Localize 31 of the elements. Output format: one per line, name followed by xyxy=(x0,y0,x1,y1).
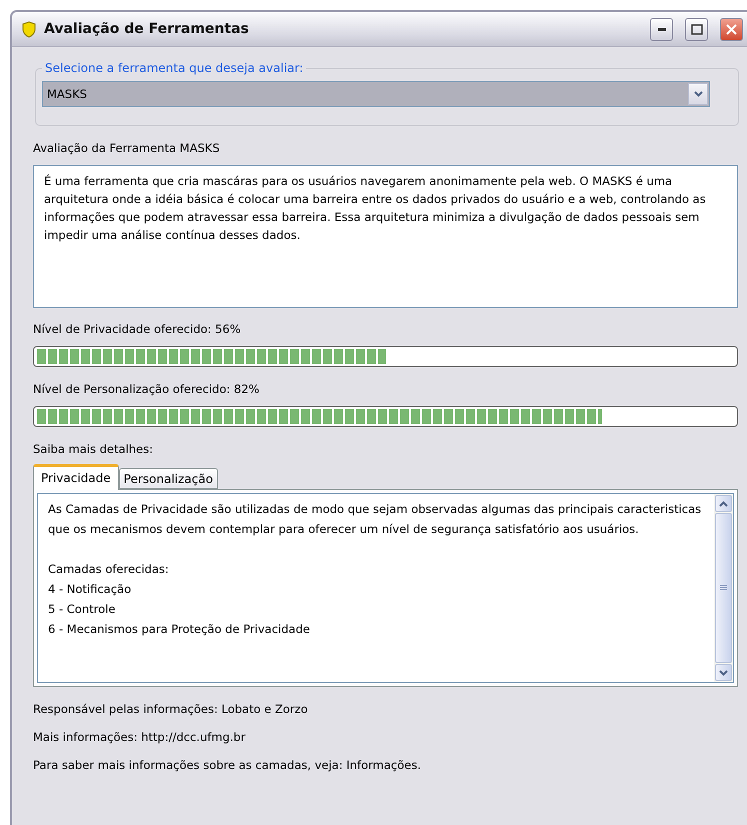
tab[interactable]: Personalização xyxy=(118,468,218,489)
minimize-button[interactable] xyxy=(650,18,673,40)
maximize-icon xyxy=(690,24,702,34)
tab[interactable]: Privacidade xyxy=(33,464,119,490)
scroll-down-button[interactable] xyxy=(715,664,732,681)
scroll-thumb[interactable] xyxy=(715,513,732,663)
info-text: Para saber mais informações sobre as camadas, veja: Informações. xyxy=(33,757,422,773)
evaluation-heading: Avaliação da Ferramenta MASKS xyxy=(33,140,221,156)
details-paragraph: As Camadas de Privacidade são utilizadas de modo que sejam observadas algumas das principais caracteristicas que os mecanismos devem contemplar para oferecer um nível de segurança satisfatório aos usuários. xyxy=(48,501,702,538)
close-icon xyxy=(726,24,737,34)
details-paragraph: Camadas oferecidas: 4 - Notificação 5 - Controle 6 - Mecanismos para Proteção de Privacidade xyxy=(48,561,311,638)
group-legend: Selecione a ferramenta que deseja avaliar: xyxy=(42,61,306,75)
scrollbar[interactable] xyxy=(714,494,733,682)
details-label: Saiba mais detalhes: xyxy=(33,441,154,457)
info-text: Responsável pelas informações: Lobato e Zorzo xyxy=(33,701,309,717)
window-title: Avaliação de Ferramentas xyxy=(44,21,250,37)
description-text[interactable]: É uma ferramenta que cria mascáras para os usuários navegarem anonimamente pela web. O MASKS é uma arquitetura onde a idéia básica é colocar uma barreira entre os dados privados do usuário e a web, controlando as informações que podem atravessar essa barreira. Essa arquitetura minimiza a divulgação de dados pessoais sem impedir uma análise contínua desses dados. xyxy=(33,165,738,308)
chevron-down-icon xyxy=(694,91,702,97)
chevron-down-icon xyxy=(719,670,728,676)
grip-icon xyxy=(720,585,727,591)
maximize-button[interactable] xyxy=(685,18,708,40)
meter-label: Nível de Privacidade oferecido: 56% xyxy=(33,321,242,337)
dropdown-button[interactable] xyxy=(688,83,708,105)
scroll-up-button[interactable] xyxy=(715,495,732,512)
minimize-icon xyxy=(658,28,666,30)
chevron-up-icon xyxy=(719,500,728,506)
shield-icon xyxy=(22,20,36,38)
tool-dropdown[interactable]: MASKS xyxy=(42,81,710,107)
close-button[interactable] xyxy=(720,18,743,40)
meter-label: Nível de Personalização oferecido: 82% xyxy=(33,381,260,397)
info-text: Mais informações: http://dcc.ufmg.br xyxy=(33,729,246,745)
